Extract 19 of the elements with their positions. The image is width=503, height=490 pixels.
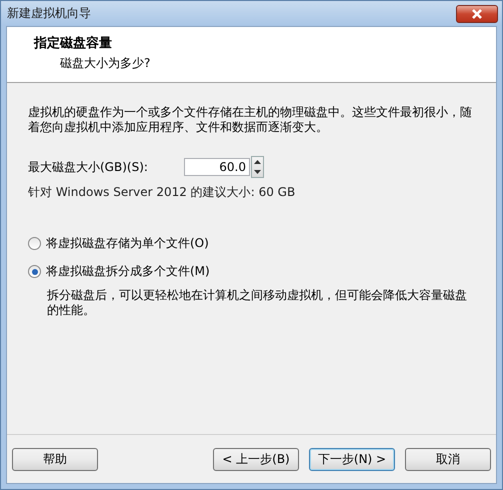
radio-label[interactable]: 将虚拟磁盘存储为单个文件(O) [46, 235, 209, 252]
wizard-button[interactable]: 取消 [405, 448, 491, 470]
wizard-button[interactable]: < 上一步(B) [213, 448, 299, 470]
page-heading: 指定磁盘容量 [34, 34, 113, 52]
radio-button[interactable] [28, 265, 41, 278]
help-button[interactable]: 帮助 [12, 448, 98, 470]
description-text: 虚拟机的硬盘作为一个或多个文件存储在主机的物理磁盘中。这些文件最初很小，随着您向虚拟机中添加应用程序、文件和数据而逐渐变大。 [28, 105, 473, 135]
window-title: 新建虚拟机向导 [7, 5, 92, 22]
recommended-size-text: 针对 Windows Server 2012 的建议大小: 60 GB [28, 184, 296, 201]
spin-buttons[interactable] [251, 156, 264, 178]
close-icon [470, 8, 484, 18]
option-description: 拆分磁盘后，可以更轻松地在计算机之间移动虚拟机，但可能会降低大容量磁盘的性能。 [47, 288, 468, 318]
radio-button[interactable] [28, 237, 41, 250]
page-subheading: 磁盘大小为多少? [59, 55, 152, 72]
wizard-button[interactable]: 下一步(N) > [309, 448, 395, 470]
radio-label[interactable]: 将虚拟磁盘拆分成多个文件(M) [46, 263, 210, 280]
close-button[interactable] [456, 4, 498, 22]
disk-size-label: 最大磁盘大小(GB)(S): [28, 158, 149, 176]
disk-size-field[interactable]: 60.0 [184, 158, 250, 176]
